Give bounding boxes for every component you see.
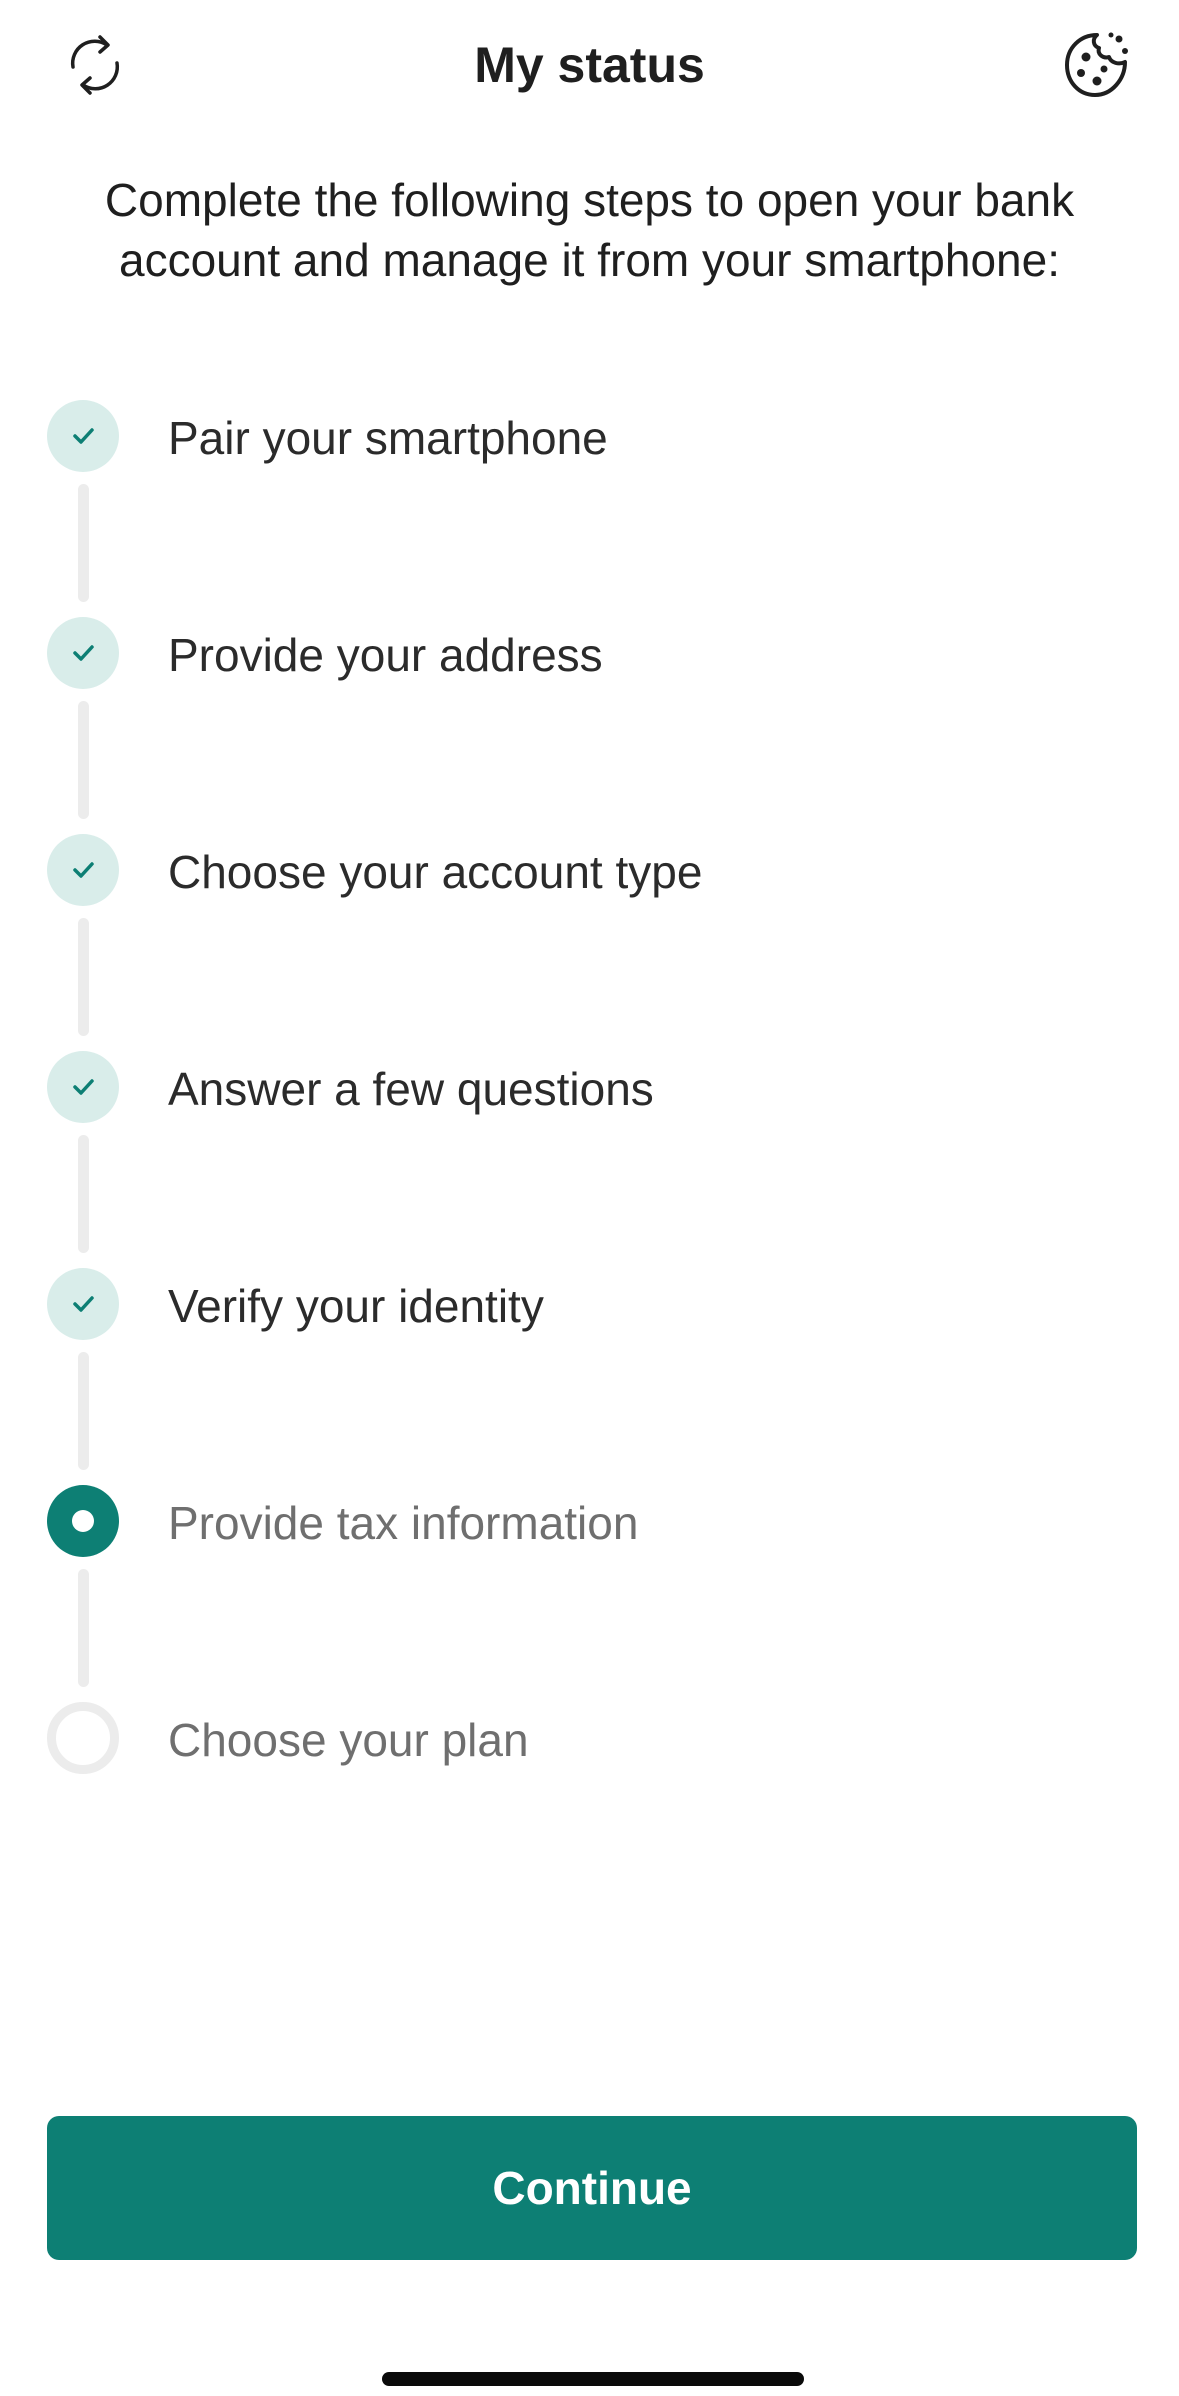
checkmark-icon [73,862,94,878]
checkmark-icon [73,1296,94,1312]
step-current-marker [47,1485,119,1557]
cookie-settings-button[interactable] [1052,20,1142,110]
step-connector [78,1135,89,1253]
step-label: Pair your smartphone [168,412,608,464]
step-label: Answer a few questions [168,1063,654,1115]
step-connector [78,1352,89,1470]
step-connector [78,1569,89,1687]
current-dot-icon [72,1510,94,1532]
checkmark-icon [73,645,94,661]
step-connector [78,484,89,602]
continue-button[interactable]: Continue [47,2116,1137,2260]
step-label: Provide your address [168,629,603,681]
checkmark-icon [73,428,94,444]
checkmark-icon [73,1079,94,1095]
step-verify-identity: Verify your identity [0,1268,1179,1342]
step-choose-account-type: Choose your account type [0,834,1179,908]
step-completed-marker [47,400,119,472]
intro-text: Complete the following steps to open you… [104,174,1075,286]
step-completed-marker [47,617,119,689]
page-title: My status [474,37,705,93]
step-provide-tax-information: Provide tax information [0,1485,1179,1559]
step-pending-marker [47,1702,119,1774]
step-connector [78,918,89,1036]
step-completed-marker [47,834,119,906]
step-label: Choose your account type [168,846,703,898]
step-provide-address: Provide your address [0,617,1179,691]
header: My status [0,0,1179,140]
step-connector [78,701,89,819]
step-choose-plan: Choose your plan [0,1702,1179,1776]
step-answer-questions: Answer a few questions [0,1051,1179,1125]
step-completed-marker [47,1051,119,1123]
step-pair-smartphone: Pair your smartphone [0,400,1179,474]
cookie-icon [1065,32,1128,97]
step-completed-marker [47,1268,119,1340]
home-indicator[interactable] [382,2372,804,2386]
step-label: Choose your plan [168,1714,529,1766]
step-label: Verify your identity [168,1280,544,1332]
step-label: Provide tax information [168,1497,639,1549]
